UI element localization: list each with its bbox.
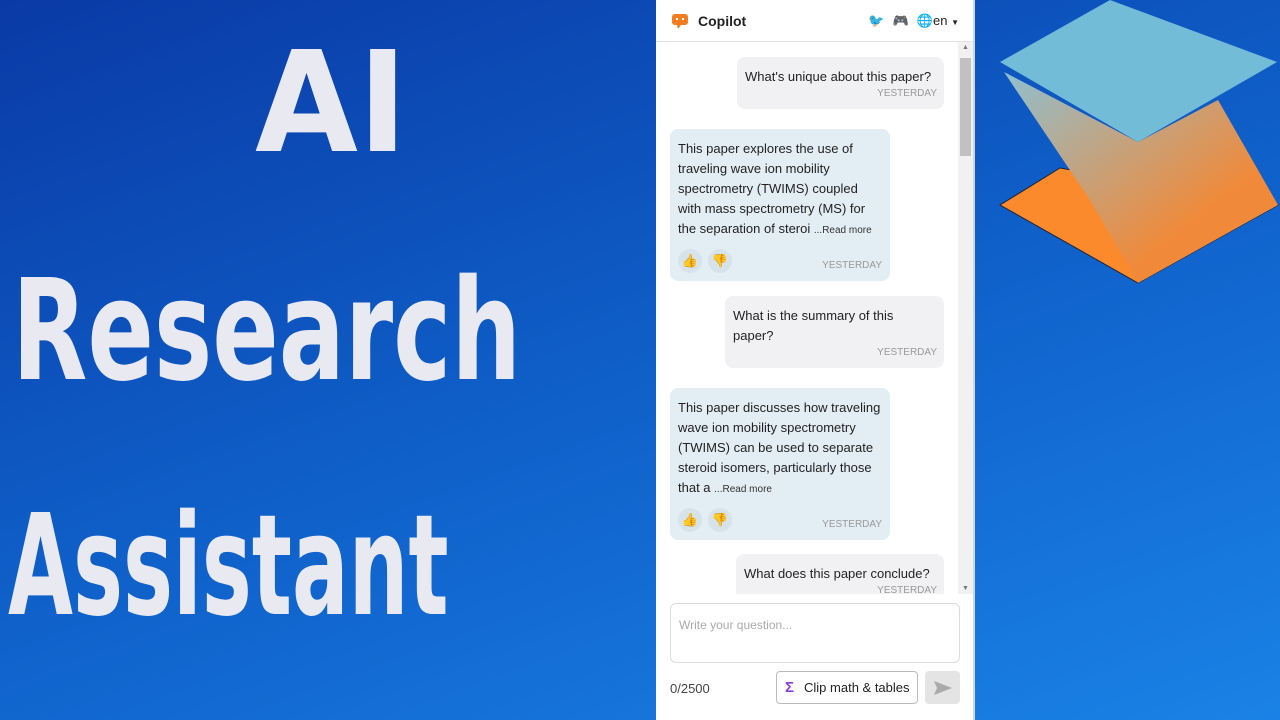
message-text: This paper discusses how traveling wave … (678, 400, 881, 495)
send-button[interactable] (925, 671, 960, 704)
language-value: en (932, 12, 948, 28)
bot-message: This paper explores the use of traveling… (670, 129, 890, 281)
scrollbar-thumb[interactable] (960, 58, 971, 156)
sigma-icon: Σ (785, 679, 795, 696)
read-more-link[interactable]: ...Read more (814, 225, 872, 236)
caret-down-icon: ▼ (951, 17, 959, 27)
message-text: This paper explores the use of traveling… (678, 141, 866, 236)
message-time: YESTERDAY (877, 347, 937, 358)
twitter-icon[interactable]: 🐦 (868, 13, 884, 29)
bot-message: This paper discusses how traveling wave … (670, 388, 890, 540)
language-selector[interactable]: 🌐en ▼ (917, 13, 959, 29)
title-line-assistant: Assistant (8, 485, 449, 648)
message-text: What's unique about this paper? (745, 69, 932, 84)
title-line-research: Research (12, 250, 522, 413)
message-time: YESTERDAY (822, 519, 882, 530)
message-list: What's unique about this paper? YESTERDA… (656, 42, 958, 594)
send-icon (933, 680, 952, 695)
char-count: 0/2500 (670, 681, 710, 696)
message-text: What is the summary of this paper? (733, 308, 894, 343)
discord-icon[interactable]: 🎮 (893, 13, 909, 29)
clip-math-button[interactable]: Σ Clip math & tables (776, 671, 918, 704)
thumbs-up-icon[interactable]: 👍 (678, 249, 702, 273)
copilot-panel: Copilot 🐦 🎮 🌐en ▼ What's unique about th… (656, 0, 975, 720)
title-line-ai: AI (255, 22, 408, 185)
clip-label: Clip math & tables (804, 680, 910, 695)
message-time: YESTERDAY (877, 585, 937, 594)
scroll-down-icon[interactable]: ▼ (962, 585, 969, 592)
message-time: YESTERDAY (822, 260, 882, 271)
copilot-logo-icon (672, 13, 688, 29)
globe-icon: 🌐 (916, 12, 933, 28)
user-message: What is the summary of this paper? YESTE… (725, 296, 944, 368)
question-input[interactable]: Write your question... (670, 603, 960, 663)
scrollbar[interactable]: ▲ ▼ (958, 42, 973, 594)
scroll-up-icon[interactable]: ▲ (962, 44, 969, 51)
app-name: Copilot (698, 12, 747, 29)
panel-header: Copilot 🐦 🎮 🌐en ▼ (656, 0, 973, 42)
thumbs-down-icon[interactable]: 👎 (708, 508, 732, 532)
logo-shapes (999, 0, 1280, 284)
user-message: What's unique about this paper? YESTERDA… (737, 57, 944, 109)
thumbs-up-icon[interactable]: 👍 (678, 508, 702, 532)
message-text: What does this paper conclude? (744, 566, 930, 581)
user-message: What does this paper conclude? YESTERDAY (736, 554, 944, 594)
message-time: YESTERDAY (877, 88, 937, 99)
read-more-link[interactable]: ...Read more (714, 484, 772, 495)
thumbs-down-icon[interactable]: 👎 (708, 249, 732, 273)
